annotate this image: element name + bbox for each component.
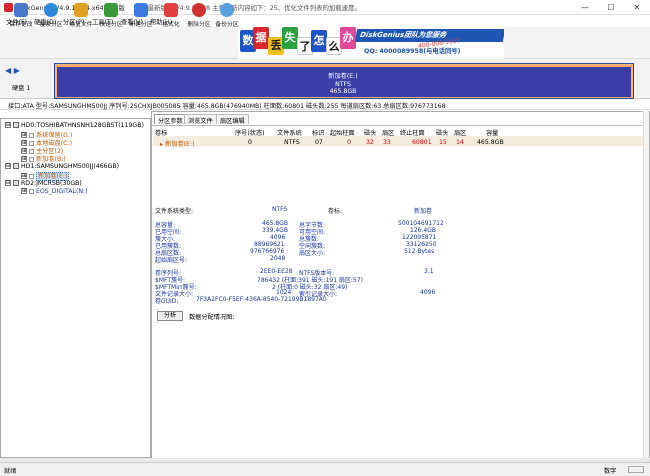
- partition-icon: [29, 188, 34, 194]
- format-icon: [164, 3, 178, 17]
- detail-value: 465.8GB: [262, 220, 288, 227]
- delete-icon: [192, 3, 206, 17]
- table-row[interactable]: [153, 136, 649, 146]
- format-button[interactable]: 格式化: [156, 3, 186, 31]
- minimize-button[interactable]: —: [572, 0, 598, 15]
- cell-end-sector: 14: [456, 139, 464, 146]
- banner-tile: 办: [340, 27, 356, 49]
- tree-node-hd0[interactable]: ⊟ HD0:TOSHIBATHNSNH128GBST(119GB): [5, 122, 144, 129]
- detail-value: 500104691712: [398, 220, 444, 227]
- tree-node-rd2[interactable]: ⊟ RD2:JMCRSB(30GB): [5, 180, 82, 187]
- disk-icon: [13, 163, 19, 169]
- disk-info-strip: 接口:ATA 型号:SAMSUNGHM500JJ 序列号:2SCHXJB0050…: [0, 100, 650, 110]
- disk-tree: ⊟ HD0:TOSHIBATHNSNH128GBST(119GB) ⊞ 系统保留(G…: [0, 118, 151, 458]
- status-text: 就绪: [4, 468, 17, 475]
- volume-label-label: 卷标:: [328, 208, 343, 215]
- partition-icon: [29, 173, 34, 179]
- expand-icon[interactable]: ⊞: [21, 188, 27, 194]
- detail-value: 33126250: [406, 241, 437, 248]
- expand-icon[interactable]: ⊞: [21, 173, 27, 179]
- detail-label: 扇区大小:: [299, 250, 326, 257]
- partition-icon: [29, 140, 34, 146]
- detail-value: 976766976: [250, 248, 285, 255]
- cell-end-cyl: 60801: [412, 139, 432, 146]
- maximize-button[interactable]: ☐: [598, 0, 624, 15]
- vertical-scrollbar[interactable]: [643, 111, 649, 459]
- quick-partition-icon: [104, 3, 118, 17]
- partition-bar-caption: 新加卷(E:) NTFS 465.8GB: [328, 73, 358, 95]
- status-cell: [628, 466, 644, 473]
- detail-value: 512 Bytes: [404, 248, 435, 255]
- disk-icon: [13, 122, 19, 128]
- detail-value: 122095871: [402, 234, 437, 241]
- expand-icon[interactable]: ⊞: [21, 156, 27, 162]
- recover-files-button[interactable]: 恢复文件: [66, 3, 96, 31]
- banner-tile: 怎: [311, 30, 327, 52]
- disk-icon: [13, 180, 19, 186]
- promo-banner[interactable]: 数 据 丢 失 了 怎 么 办 DiskGenius团队为您服务 400-008…: [238, 27, 504, 59]
- partition-icon: [29, 156, 34, 162]
- banner-tile: 失: [282, 27, 298, 49]
- cell-start-sector: 33: [383, 139, 391, 146]
- banner-brand: DiskGenius团队为您服务: [354, 29, 504, 42]
- detail-value: 7F3A2FC0-F5EF-436A-8540-72199B1897A0: [196, 296, 327, 303]
- tree-node-hd1[interactable]: ⊟ HD1:SAMSUNGHM500JJ(466GB): [5, 163, 119, 170]
- tree-node-partition[interactable]: ⊞ 新加卷(B:): [21, 154, 66, 163]
- collapse-icon[interactable]: ⊟: [5, 180, 11, 186]
- detail-value: 126.4GB: [410, 227, 436, 234]
- right-pane: 分区参数 浏览文件 扇区编辑 卷标 序号(状态) 文件系统 标识 起始柱面 磁头…: [151, 111, 650, 459]
- partition-bar[interactable]: 新加卷(E:) NTFS 465.8GB: [54, 63, 634, 99]
- cell-fs: NTFS: [284, 139, 300, 146]
- recover-icon: [74, 3, 88, 17]
- banner-tile: 据: [253, 27, 269, 49]
- tab-browse-files[interactable]: 浏览文件: [184, 114, 217, 125]
- banner-qq: QQ: 4000089958(与电话同号): [364, 48, 461, 55]
- cell-start-cyl: 0: [347, 139, 351, 146]
- delete-partition-button[interactable]: 删除分区: [184, 3, 214, 31]
- detail-value: 4096: [270, 234, 286, 241]
- detail-value: 2EE0-EE28: [260, 268, 293, 275]
- search-partition-button[interactable]: 搜索分区: [36, 3, 66, 31]
- detail-label: 卷GUID:: [155, 298, 179, 305]
- tree-node-partition[interactable]: ⊞ EOS_DIGITAL(N:): [21, 188, 88, 195]
- detail-value: 1024: [276, 289, 292, 296]
- fs-type-value: NTFS: [272, 206, 288, 213]
- allocation-chart-label: 数据分配情况图:: [189, 314, 235, 321]
- search-icon: [44, 3, 58, 17]
- detail-value: 4096: [420, 289, 436, 296]
- detail-value: 88969621: [254, 241, 285, 248]
- tab-sector-edit[interactable]: 扇区编辑: [216, 114, 249, 125]
- quick-partition-button[interactable]: 快速分区: [96, 3, 126, 31]
- save-changes-button[interactable]: 保存更改: [6, 3, 36, 31]
- cell-id: 07: [315, 139, 323, 146]
- partition-icon: [29, 132, 34, 138]
- cell-capacity: 465.8GB: [477, 139, 504, 146]
- disk-label: 硬盘 1: [12, 85, 31, 92]
- cell-volume: ▸ 新加卷(E:): [160, 141, 195, 148]
- tree-node-partition-selected[interactable]: ⊞ 新加卷(E:): [21, 171, 70, 181]
- collapse-icon[interactable]: ⊟: [5, 163, 11, 169]
- fs-type-label: 文件系统类型:: [155, 208, 194, 215]
- collapse-icon[interactable]: ⊟: [5, 122, 11, 128]
- tab-partition-params[interactable]: 分区参数: [154, 114, 187, 125]
- save-icon: [14, 3, 28, 17]
- detail-label: 起始扇区号:: [155, 257, 188, 264]
- detail-value: 339.4GB: [262, 227, 288, 234]
- new-partition-button[interactable]: 新建分区: [126, 3, 156, 31]
- close-button[interactable]: ✕: [624, 0, 650, 15]
- status-bar: 就绪 数字: [0, 462, 650, 476]
- analyze-button[interactable]: 分析: [157, 311, 183, 321]
- cell-end-head: 15: [439, 139, 447, 146]
- detail-value: 2048: [270, 255, 286, 262]
- detail-value: 3.1: [424, 268, 434, 275]
- backup-icon: [220, 3, 234, 17]
- cell-start-head: 32: [366, 139, 374, 146]
- partition-icon: [29, 148, 34, 154]
- cell-index: 0: [248, 139, 252, 146]
- disk-nav-arrows[interactable]: ◀ ▶: [5, 66, 20, 75]
- new-partition-icon: [134, 3, 148, 17]
- numlock-indicator: 数字: [604, 468, 617, 475]
- volume-label-value: 新加卷: [414, 208, 433, 215]
